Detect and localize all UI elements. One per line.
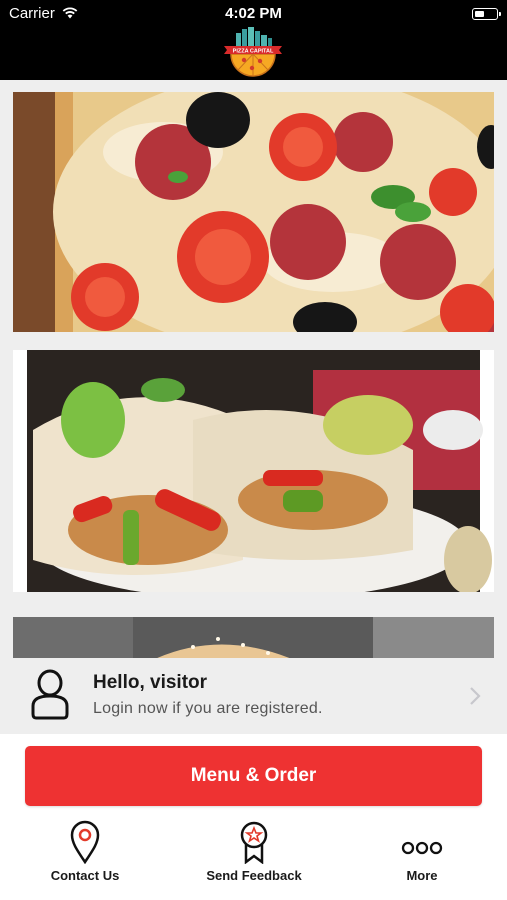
burger-banner-image[interactable] xyxy=(13,617,494,658)
visitor-greeting: Hello, visitor xyxy=(93,672,208,693)
location-pin-icon xyxy=(70,820,100,864)
pizza-banner-image[interactable] xyxy=(13,92,494,332)
nav-send-feedback-label: Send Feedback xyxy=(206,868,302,883)
battery-icon xyxy=(472,8,501,20)
fajita-wraps-banner-image[interactable] xyxy=(13,350,494,592)
nav-more[interactable]: More xyxy=(347,820,497,883)
top-bar: Carrier 4:02 PM PIZZA CAPITAL xyxy=(0,0,507,80)
bottom-nav: Contact Us Send Feedback More xyxy=(0,820,507,900)
nav-send-feedback[interactable]: Send Feedback xyxy=(179,820,329,883)
pizza-capital-logo[interactable]: PIZZA CAPITAL xyxy=(222,27,284,79)
clock: 4:02 PM xyxy=(225,5,282,22)
promo-scroll-area[interactable] xyxy=(0,80,507,658)
nav-contact-us-label: Contact Us xyxy=(50,868,120,883)
badge-star-icon xyxy=(240,821,268,864)
menu-order-button[interactable]: Menu & Order xyxy=(25,746,482,806)
visitor-login-row[interactable]: Hello, visitor Login now if you are regi… xyxy=(0,658,507,734)
more-dots-icon xyxy=(401,841,443,855)
status-bar: Carrier 4:02 PM xyxy=(0,4,507,24)
logo-text: PIZZA CAPITAL xyxy=(233,49,274,55)
user-icon xyxy=(31,669,69,720)
visitor-login-hint: Login now if you are registered. xyxy=(93,700,323,717)
chevron-right-icon xyxy=(470,687,481,705)
nav-contact-us[interactable]: Contact Us xyxy=(10,820,160,883)
nav-more-label: More xyxy=(406,868,438,883)
